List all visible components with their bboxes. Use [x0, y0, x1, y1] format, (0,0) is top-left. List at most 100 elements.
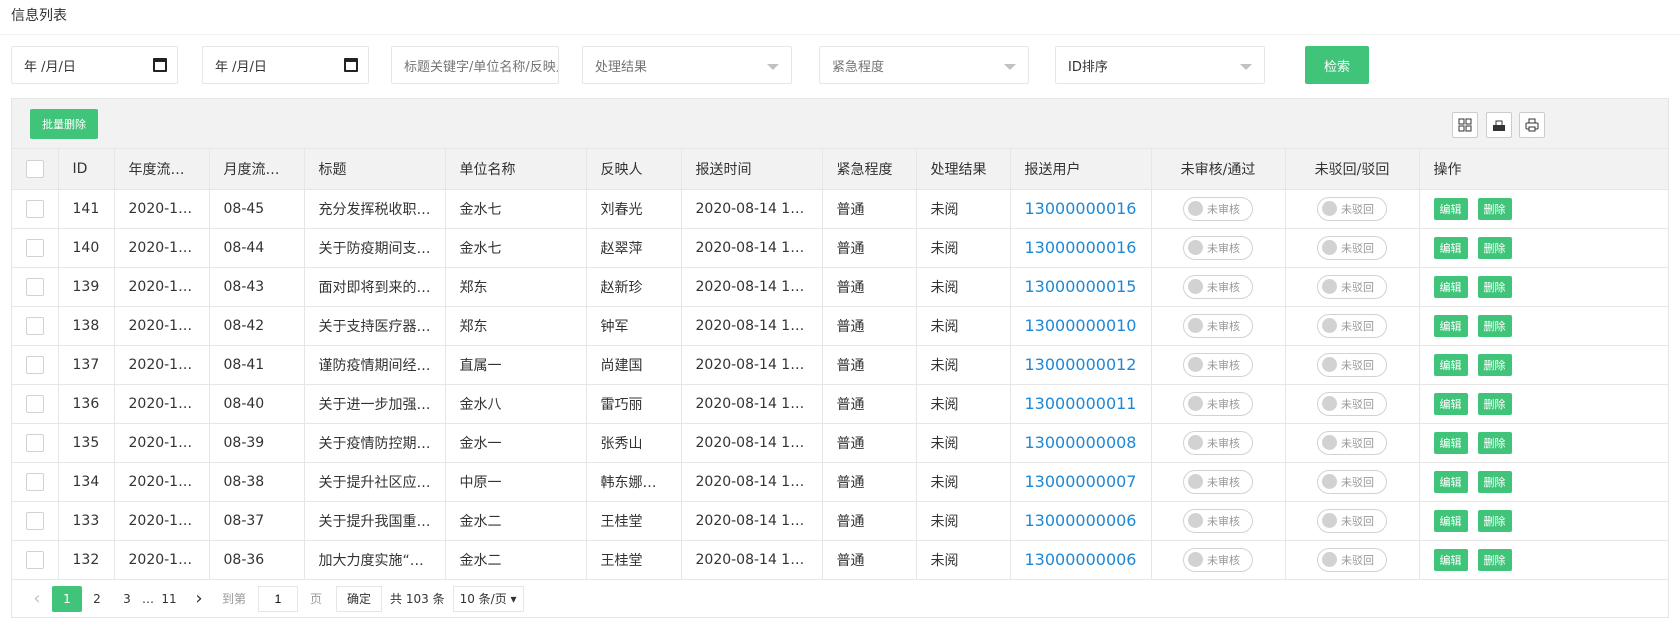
batch-delete-button[interactable]: 批量删除: [30, 109, 98, 139]
result-select[interactable]: 处理结果: [582, 46, 792, 84]
calendar-icon[interactable]: [153, 58, 167, 72]
column-header[interactable]: 紧急程度: [822, 149, 917, 190]
user-link[interactable]: 13000000016: [1025, 199, 1137, 218]
row-checkbox[interactable]: [25, 394, 44, 413]
page-number[interactable]: 2: [82, 586, 112, 612]
prev-page-icon[interactable]: ‹: [22, 586, 52, 612]
cell-year-no: 2020-134: [114, 462, 210, 502]
reject-toggle[interactable]: 未驳回: [1317, 313, 1387, 338]
row-checkbox[interactable]: [25, 355, 44, 374]
row-checkbox[interactable]: [25, 277, 44, 296]
row-checkbox[interactable]: [25, 199, 44, 218]
column-header[interactable]: 年度流水号: [114, 149, 210, 190]
review-toggle[interactable]: 未审核: [1183, 391, 1253, 416]
user-link[interactable]: 13000000011: [1025, 394, 1137, 413]
goto-confirm-button[interactable]: 确定: [336, 585, 383, 612]
delete-button[interactable]: 删除: [1477, 353, 1512, 376]
cell-actions: 编辑 删除: [1419, 228, 1668, 268]
review-toggle[interactable]: 未审核: [1183, 235, 1253, 260]
column-header[interactable]: ID: [58, 149, 115, 190]
column-header[interactable]: 处理结果: [916, 149, 1011, 190]
user-link[interactable]: 13000000008: [1025, 433, 1137, 452]
delete-button[interactable]: 删除: [1477, 197, 1512, 220]
review-toggle[interactable]: 未审核: [1183, 313, 1253, 338]
edit-button[interactable]: 编辑: [1433, 314, 1468, 337]
review-toggle[interactable]: 未审核: [1183, 469, 1253, 494]
row-checkbox[interactable]: [25, 472, 44, 491]
search-button[interactable]: 检索: [1305, 46, 1369, 84]
edit-button[interactable]: 编辑: [1433, 236, 1468, 259]
start-date-input[interactable]: 年 /月/日: [11, 46, 178, 84]
reject-toggle[interactable]: 未驳回: [1317, 196, 1387, 221]
keyword-search-input[interactable]: 标题关键字/单位名称/反映人: [391, 46, 559, 84]
goto-page-input[interactable]: [258, 585, 299, 612]
reject-toggle[interactable]: 未驳回: [1317, 547, 1387, 572]
row-select-cell: [12, 228, 59, 268]
column-header[interactable]: 标题: [304, 149, 446, 190]
end-date-input[interactable]: 年 /月/日: [202, 46, 369, 84]
print-icon[interactable]: [1519, 112, 1545, 138]
reject-toggle[interactable]: 未驳回: [1317, 508, 1387, 533]
export-icon[interactable]: [1486, 112, 1512, 138]
delete-button[interactable]: 删除: [1477, 236, 1512, 259]
edit-button[interactable]: 编辑: [1433, 392, 1468, 415]
column-header[interactable]: 报送时间: [681, 149, 823, 190]
delete-button[interactable]: 删除: [1477, 275, 1512, 298]
user-link[interactable]: 13000000010: [1025, 316, 1137, 335]
edit-button[interactable]: 编辑: [1433, 353, 1468, 376]
row-checkbox[interactable]: [25, 238, 44, 257]
page-number[interactable]: 1: [52, 585, 82, 612]
delete-button[interactable]: 删除: [1477, 470, 1512, 493]
user-link[interactable]: 13000000012: [1025, 355, 1137, 374]
page-number[interactable]: 3: [112, 586, 142, 612]
delete-button[interactable]: 删除: [1477, 314, 1512, 337]
cell-review: 未审核: [1151, 423, 1286, 463]
review-toggle[interactable]: 未审核: [1183, 196, 1253, 221]
delete-button[interactable]: 删除: [1477, 509, 1512, 532]
reject-toggle[interactable]: 未驳回: [1317, 391, 1387, 416]
edit-button[interactable]: 编辑: [1433, 431, 1468, 454]
review-toggle[interactable]: 未审核: [1183, 274, 1253, 299]
column-header[interactable]: 报送用户: [1010, 149, 1152, 190]
user-link[interactable]: 13000000007: [1025, 472, 1137, 491]
column-header[interactable]: 操作: [1419, 149, 1668, 190]
column-header[interactable]: 反映人: [586, 149, 682, 190]
edit-button[interactable]: 编辑: [1433, 509, 1468, 532]
column-header[interactable]: 未审核/通过: [1151, 149, 1286, 190]
reject-toggle[interactable]: 未驳回: [1317, 352, 1387, 377]
reject-toggle[interactable]: 未驳回: [1317, 274, 1387, 299]
user-link[interactable]: 13000000016: [1025, 238, 1137, 257]
delete-button[interactable]: 删除: [1477, 392, 1512, 415]
calendar-icon[interactable]: [344, 58, 358, 72]
user-link[interactable]: 13000000006: [1025, 550, 1137, 569]
sort-select[interactable]: ID排序: [1055, 46, 1265, 84]
row-checkbox[interactable]: [25, 550, 44, 569]
columns-icon[interactable]: [1452, 112, 1478, 138]
review-toggle[interactable]: 未审核: [1183, 352, 1253, 377]
reject-toggle[interactable]: 未驳回: [1317, 430, 1387, 455]
next-page-icon[interactable]: ›: [184, 586, 214, 612]
select-all-checkbox[interactable]: [25, 159, 44, 178]
row-checkbox[interactable]: [25, 433, 44, 452]
edit-button[interactable]: 编辑: [1433, 197, 1468, 220]
row-checkbox[interactable]: [25, 316, 44, 335]
column-header[interactable]: 月度流水号: [209, 149, 305, 190]
column-header[interactable]: 单位名称: [445, 149, 587, 190]
review-toggle[interactable]: 未审核: [1183, 430, 1253, 455]
review-toggle[interactable]: 未审核: [1183, 508, 1253, 533]
edit-button[interactable]: 编辑: [1433, 275, 1468, 298]
edit-button[interactable]: 编辑: [1433, 548, 1468, 571]
reject-toggle[interactable]: 未驳回: [1317, 235, 1387, 260]
edit-button[interactable]: 编辑: [1433, 470, 1468, 493]
urgency-select[interactable]: 紧急程度: [819, 46, 1029, 84]
column-header[interactable]: 未驳回/驳回: [1285, 149, 1420, 190]
delete-button[interactable]: 删除: [1477, 431, 1512, 454]
page-size-select[interactable]: 10 条/页 ▾: [452, 585, 524, 612]
review-toggle[interactable]: 未审核: [1183, 547, 1253, 572]
reject-toggle[interactable]: 未驳回: [1317, 469, 1387, 494]
page-number[interactable]: 11: [154, 586, 184, 612]
user-link[interactable]: 13000000015: [1025, 277, 1137, 296]
row-checkbox[interactable]: [25, 511, 44, 530]
user-link[interactable]: 13000000006: [1025, 511, 1137, 530]
delete-button[interactable]: 删除: [1477, 548, 1512, 571]
